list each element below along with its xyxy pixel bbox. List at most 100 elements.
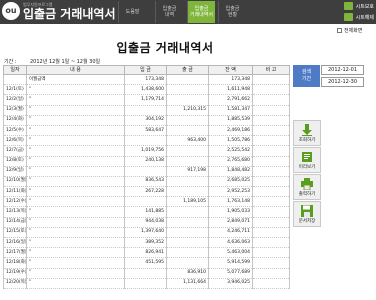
cell-note[interactable] [252,166,290,177]
cell-note[interactable] [252,135,290,147]
cell-deposit[interactable]: 944,038 [124,217,167,228]
save-document-button[interactable]: 문서저장 [293,201,321,227]
cell-note[interactable] [252,278,290,289]
cell-balance[interactable]: 2,791,662 [208,94,253,106]
unprotect-sheet-button[interactable]: 시트해제 [332,12,374,22]
cell-withdrawal[interactable] [166,176,209,188]
cell-deposit[interactable]: 1,397,640 [124,227,167,239]
cell-withdrawal[interactable] [166,94,209,106]
cell-date[interactable]: 12/3(월) [3,105,27,116]
cell-balance[interactable]: 1,885,539 [208,115,253,126]
cell-deposit[interactable] [124,268,167,279]
cell-note[interactable] [252,115,290,126]
cell-note[interactable] [252,176,290,188]
cell-description[interactable]: " [26,125,125,137]
tab-ledger-entries[interactable]: 입출금 내역 [155,1,183,23]
cell-withdrawal[interactable]: 836,910 [166,268,209,279]
cell-withdrawal[interactable]: 963,400 [166,135,209,147]
tab-status[interactable]: 입출금 현황 [218,1,246,23]
cell-balance[interactable]: 173,348 [208,74,253,86]
cell-withdrawal[interactable]: 917,198 [166,166,209,177]
cell-note[interactable] [252,268,290,279]
cell-date[interactable]: 12/11(화) [3,186,27,198]
cell-description[interactable]: " [26,278,125,289]
cell-balance[interactable]: 5,914,599 [208,257,253,269]
cell-deposit[interactable] [124,135,167,147]
cell-date[interactable] [3,74,27,86]
cell-date[interactable]: 12/17(월) [3,247,27,259]
cell-deposit[interactable]: 389,352 [124,237,167,249]
cell-note[interactable] [252,206,290,218]
cell-date[interactable]: 12/18(화) [3,257,27,269]
cell-withdrawal[interactable]: 1,131,664 [166,278,209,289]
cell-description[interactable]: " [26,196,125,208]
cell-description[interactable]: " [26,206,125,218]
cell-balance[interactable]: 1,581,347 [208,105,253,116]
cell-deposit[interactable]: 1,019,756 [124,145,167,157]
cell-description[interactable]: " [26,145,125,157]
cell-description[interactable]: " [26,115,125,126]
cell-note[interactable] [252,196,290,208]
cell-deposit[interactable]: 583,647 [124,125,167,137]
cell-balance[interactable]: 2,765,680 [208,156,253,167]
cell-date[interactable]: 12/8(토) [3,156,27,167]
cell-description[interactable]: " [26,94,125,106]
cell-date[interactable]: 12/13(목) [3,206,27,218]
cell-balance[interactable]: 5,077,689 [208,268,253,279]
cell-deposit[interactable]: 240,138 [124,156,167,167]
cell-date[interactable]: 12/4(화) [3,115,27,126]
cell-date[interactable]: 12/12(수) [3,196,27,208]
cell-deposit[interactable]: 141,885 [124,206,167,218]
cell-withdrawal[interactable] [166,74,209,86]
cell-date[interactable]: 12/1(토) [3,84,27,96]
cell-balance[interactable]: 1,848,482 [208,166,253,177]
cell-balance[interactable]: 4,246,711 [208,227,253,239]
cell-date[interactable]: 12/2(일) [3,94,27,106]
cell-deposit[interactable]: 304,192 [124,115,167,126]
cell-description[interactable]: 이월금액 [26,74,125,86]
cell-balance[interactable]: 1,611,948 [208,84,253,96]
cell-balance[interactable]: 1,763,148 [208,196,253,208]
cell-note[interactable] [252,217,290,228]
cell-note[interactable] [252,247,290,259]
cell-date[interactable]: 12/20(목) [3,278,27,289]
date-from-field[interactable]: 2012-12-01 [321,65,364,75]
cell-deposit[interactable]: 1,438,600 [124,84,167,96]
cell-description[interactable]: " [26,176,125,188]
cell-note[interactable] [252,257,290,269]
date-to-field[interactable]: 2012-12-30 [321,77,364,87]
cell-note[interactable] [252,94,290,106]
cell-withdrawal[interactable]: 1,210,315 [166,105,209,116]
cell-date[interactable]: 12/10(월) [3,176,27,188]
fullscreen-toggle[interactable]: 전체화면 [337,27,362,34]
cell-withdrawal[interactable] [166,257,209,269]
cell-note[interactable] [252,237,290,249]
cell-balance[interactable]: 4,636,063 [208,237,253,249]
cell-description[interactable]: " [26,186,125,198]
cell-deposit[interactable] [124,196,167,208]
cell-withdrawal[interactable] [166,84,209,96]
cell-withdrawal[interactable]: 1,189,105 [166,196,209,208]
cell-date[interactable]: 12/15(토) [3,227,27,239]
cell-date[interactable]: 12/6(목) [3,135,27,147]
cell-withdrawal[interactable] [166,237,209,249]
cell-deposit[interactable]: 1,179,714 [124,94,167,106]
cell-note[interactable] [252,84,290,96]
cell-balance[interactable]: 2,952,253 [208,186,253,198]
cell-date[interactable]: 12/7(금) [3,145,27,157]
cell-withdrawal[interactable] [166,247,209,259]
cell-balance[interactable]: 2,469,186 [208,125,253,137]
cell-withdrawal[interactable] [166,186,209,198]
cell-balance[interactable]: 5,463,004 [208,247,253,259]
preview-button[interactable]: 미리보기 [293,147,321,173]
cell-description[interactable]: " [26,105,125,116]
cell-deposit[interactable] [124,166,167,177]
cell-balance[interactable]: 2,849,071 [208,217,253,228]
cell-withdrawal[interactable] [166,145,209,157]
cell-deposit[interactable]: 451,595 [124,257,167,269]
cell-date[interactable]: 12/5(수) [3,125,27,137]
cell-date[interactable]: 12/9(일) [3,166,27,177]
cell-withdrawal[interactable] [166,156,209,167]
cell-description[interactable]: " [26,257,125,269]
cell-withdrawal[interactable] [166,115,209,126]
